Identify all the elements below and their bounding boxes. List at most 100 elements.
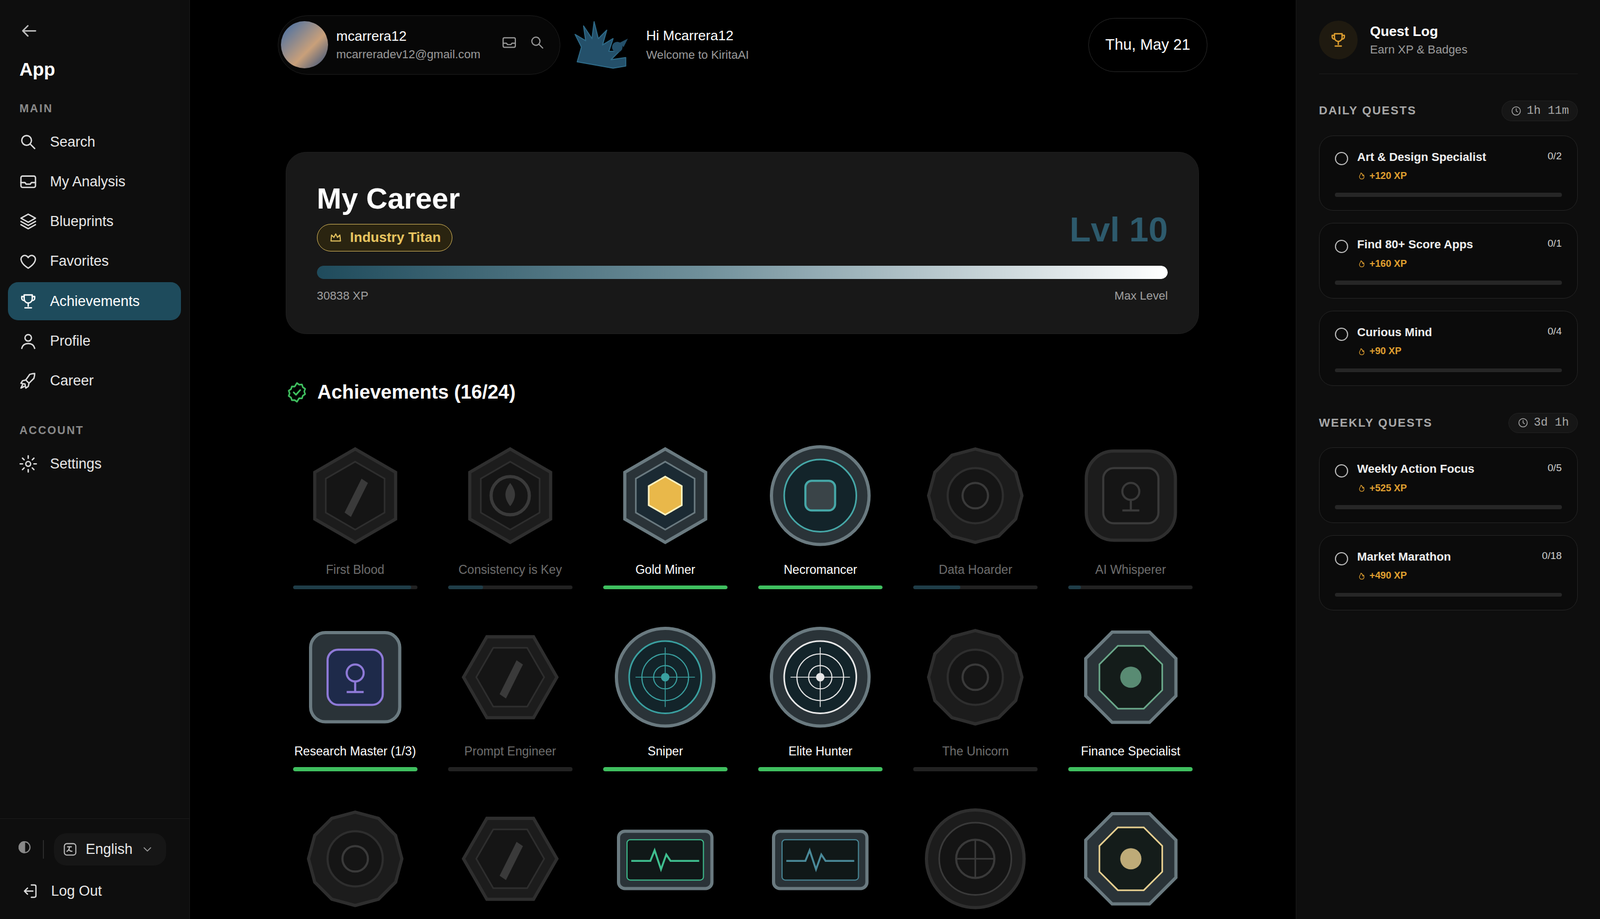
sidebar-item-label[interactable]: Profile <box>49 332 91 350</box>
achievement-card[interactable]: Data Hoarder <box>897 442 1053 590</box>
quest-checkbox[interactable] <box>1334 151 1349 166</box>
achievement-card[interactable]: Research Master (1/3) <box>277 623 433 771</box>
rocket-icon <box>18 370 39 391</box>
achievement-card[interactable]: Sniper <box>587 623 743 771</box>
inbox-button[interactable] <box>501 34 518 56</box>
sidebar-item-label[interactable]: My Analysis <box>49 173 126 190</box>
user-actions <box>501 34 547 56</box>
greeting-text: Hi Mcarrera12Welcome to KiritaAI <box>646 27 749 62</box>
sidebar-item[interactable]: Profile <box>7 322 181 360</box>
sidebar-item[interactable]: Favorites <box>7 242 181 280</box>
logout-button[interactable]: Log Out <box>20 881 190 900</box>
rank-badge: Industry Titan <box>316 223 453 252</box>
quest-group-header: DAILY QUESTS1h 11m <box>1319 100 1578 122</box>
achievement-card[interactable]: Prompt Engineer <box>432 623 588 771</box>
quest-card[interactable]: Weekly Action Focus+525 XP 0/5 <box>1319 447 1578 523</box>
quest-card[interactable]: Curious Mind+90 XP0/4 <box>1319 310 1578 387</box>
sidebar-item[interactable]: Career <box>7 361 181 400</box>
quest-xp-label: +160 XP <box>1369 257 1407 270</box>
section-heading: ACCOUNT <box>19 423 182 437</box>
career-progress-fill <box>316 265 1168 279</box>
language-select[interactable]: English <box>53 832 167 866</box>
achievement-badge-icon <box>922 623 1029 731</box>
quest-xp-label: +490 XP <box>1369 569 1407 581</box>
sidebar-item-label[interactable]: Settings <box>49 455 102 472</box>
user-name: mcarrera12 <box>335 28 480 45</box>
user-pill: mcarrera12mcarreradev12@gmail.com <box>277 15 561 75</box>
quest-title: Curious Mind <box>1357 325 1539 340</box>
quest-log-titles: Quest LogEarn XP & Badges <box>1369 23 1468 57</box>
quest-card[interactable]: Market Marathon+490 XP0/18 <box>1319 534 1578 611</box>
achievement-badge-icon <box>1077 623 1185 731</box>
achievement-badge-icon <box>302 623 409 731</box>
quest-title: Find 80+ Score Apps <box>1357 237 1539 252</box>
quest-checkbox[interactable] <box>1334 239 1349 253</box>
quest-body: Weekly Action Focus+525 XP <box>1357 461 1539 494</box>
quest-xp-label: +90 XP <box>1369 344 1402 357</box>
app-title: App <box>19 59 182 80</box>
quest-xp: +525 XP <box>1357 482 1539 494</box>
quest-xp-label: +120 XP <box>1369 169 1407 182</box>
quest-card[interactable]: Art & Design Specialist+120 XP0/2 <box>1319 135 1578 212</box>
sidebar-item-label[interactable]: Blueprints <box>49 213 114 230</box>
quest-progress-count: 0/5 <box>1547 461 1562 474</box>
career-title: My Career <box>316 180 460 216</box>
quest-checkbox[interactable] <box>1334 551 1349 566</box>
sidebar-item-label[interactable]: Achievements <box>49 293 140 310</box>
quest-progress-track <box>1334 280 1562 285</box>
gear-icon <box>18 453 39 474</box>
achievement-progress-track <box>603 766 728 771</box>
sidebar-item-label[interactable]: Favorites <box>49 252 109 270</box>
achievement-card[interactable]: AI Whisperer <box>1052 442 1208 590</box>
achievement-card[interactable] <box>1052 805 1208 912</box>
achievement-card[interactable]: Consistency is Key <box>432 442 588 590</box>
logout-label[interactable]: Log Out <box>50 882 102 899</box>
sidebar: AppMAINSearchMy AnalysisBlueprintsFavori… <box>0 0 190 919</box>
quest-checkbox[interactable] <box>1334 327 1349 341</box>
sidebar-item[interactable]: My Analysis <box>7 162 181 201</box>
achievement-card[interactable] <box>587 805 743 912</box>
avatar[interactable] <box>280 21 329 69</box>
clock-icon <box>1510 105 1522 117</box>
theme-toggle[interactable] <box>16 838 33 860</box>
achievement-card[interactable]: Gold Miner <box>587 442 743 590</box>
sidebar-item[interactable]: Blueprints <box>7 202 181 241</box>
sidebar-item-label[interactable]: Search <box>49 133 96 151</box>
quest-group-header: WEEKLY QUESTS3d 1h <box>1319 412 1578 434</box>
achievement-card[interactable] <box>742 805 898 912</box>
trophy-icon <box>18 291 39 312</box>
quest-log-panel: Quest LogEarn XP & Badges DAILY QUESTS1h … <box>1295 0 1600 919</box>
achievement-card[interactable]: First Blood <box>277 442 433 590</box>
achievement-badge-icon <box>612 442 719 549</box>
user-info: mcarrera12mcarreradev12@gmail.com <box>335 28 480 62</box>
sidebar-item[interactable]: Settings <box>7 444 181 483</box>
quest-xp-label: +525 XP <box>1369 482 1407 494</box>
achievement-card[interactable]: Necromancer <box>742 442 898 590</box>
back-arrow-icon <box>18 20 40 42</box>
achievement-name: Gold Miner <box>635 562 696 577</box>
clock-icon <box>1517 416 1529 429</box>
quest-card[interactable]: Find 80+ Score Apps+160 XP0/1 <box>1319 222 1578 299</box>
sidebar-item-label[interactable]: Career <box>49 372 94 389</box>
sidebar-item[interactable]: Search <box>7 123 181 161</box>
achievement-card[interactable]: Finance Specialist <box>1052 623 1208 771</box>
quest-title: Art & Design Specialist <box>1357 150 1539 165</box>
career-title-block: My Career Industry Titan <box>316 180 460 252</box>
greeting-subtitle: Welcome to KiritaAI <box>646 48 749 62</box>
quest-progress-track <box>1334 504 1562 509</box>
sidebar-item[interactable]: Achievements <box>7 282 181 320</box>
achievement-badge-icon <box>457 442 564 549</box>
language-label[interactable]: English <box>85 840 133 858</box>
back-button[interactable] <box>18 20 40 42</box>
achievements-title: Achievements (16/24) <box>317 380 516 404</box>
quest-checkbox[interactable] <box>1334 464 1349 478</box>
achievement-card[interactable] <box>277 805 433 912</box>
achievement-badge-icon <box>922 805 1029 912</box>
achievement-card[interactable]: The Unicorn <box>897 623 1053 771</box>
translate-icon <box>62 841 78 857</box>
achievement-progress-track <box>758 585 883 590</box>
achievement-card[interactable] <box>897 805 1053 912</box>
achievement-card[interactable]: Elite Hunter <box>742 623 898 771</box>
achievement-card[interactable] <box>432 805 588 912</box>
search-button[interactable] <box>529 34 546 56</box>
